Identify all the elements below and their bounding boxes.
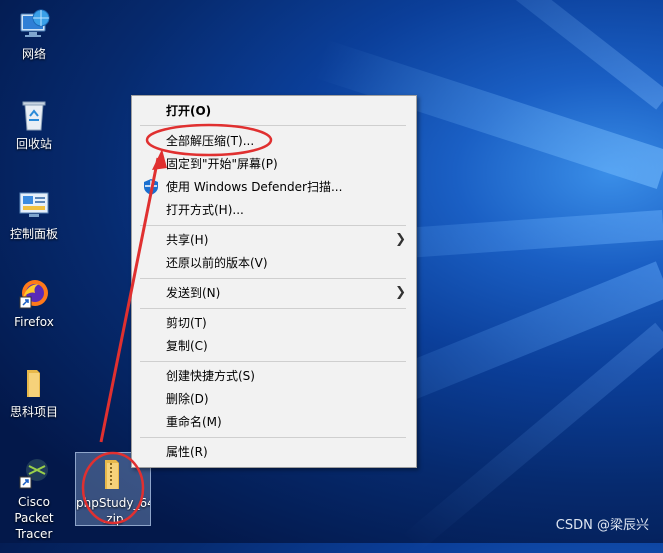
menu-item-open-with[interactable]: 打开方式(H)... — [132, 199, 416, 221]
desktop-icon-label: 回收站 — [15, 137, 52, 151]
menu-item-copy[interactable]: 复制(C) — [132, 335, 416, 357]
desktop-icon-label-line1: phpStudy_64 — [76, 496, 150, 510]
desktop-icon-label-line2: Tracer — [15, 527, 53, 541]
folder-icon — [17, 366, 51, 400]
firefox-icon — [17, 276, 51, 310]
control-panel-icon — [17, 188, 51, 222]
menu-item-label: 剪切(T) — [166, 316, 207, 330]
desktop-icon-label: Firefox — [14, 315, 54, 329]
menu-separator — [140, 278, 406, 279]
menu-item-label: 发送到(N) — [166, 286, 221, 300]
menu-item-extract-all[interactable]: 全部解压缩(T)... — [132, 130, 416, 152]
network-icon — [17, 8, 51, 42]
menu-item-cut[interactable]: 剪切(T) — [132, 312, 416, 334]
desktop-icon-recycle-bin[interactable]: 回收站 — [0, 98, 70, 152]
menu-item-label: 复制(C) — [166, 339, 208, 353]
desktop-icon-label: 控制面板 — [9, 227, 58, 241]
menu-item-create-shortcut[interactable]: 创建快捷方式(S) — [132, 365, 416, 387]
menu-item-label: 打开方式(H)... — [166, 203, 244, 217]
desktop-icon-label-line2: .zip — [102, 512, 124, 526]
menu-item-delete[interactable]: 删除(D) — [132, 388, 416, 410]
chevron-right-icon: ❯ — [395, 232, 406, 247]
menu-item-rename[interactable]: 重命名(M) — [132, 411, 416, 433]
desktop-icon-label: 思科项目 — [9, 405, 58, 419]
menu-separator — [140, 308, 406, 309]
desktop-icon-network[interactable]: 网络 — [0, 8, 70, 62]
menu-separator — [140, 125, 406, 126]
menu-item-restore-previous[interactable]: 还原以前的版本(V) — [132, 252, 416, 274]
menu-item-send-to[interactable]: 发送到(N) ❯ — [132, 282, 416, 304]
desktop-icon-label-line1: Cisco Packet — [14, 495, 54, 525]
menu-separator — [140, 225, 406, 226]
desktop-icon-folder[interactable]: 思科项目 — [0, 366, 70, 420]
desktop-icon-label: 网络 — [21, 47, 46, 61]
menu-item-label: 打开(O) — [166, 104, 212, 118]
recycle-bin-icon — [17, 98, 51, 132]
cisco-packet-tracer-icon — [17, 456, 51, 490]
menu-item-label: 使用 Windows Defender扫描... — [166, 180, 343, 194]
menu-item-label: 共享(H) — [166, 233, 209, 247]
menu-item-share[interactable]: 共享(H) ❯ — [132, 229, 416, 251]
menu-item-pin-to-start[interactable]: 固定到"开始"屏幕(P) — [132, 153, 416, 175]
desktop-icon-firefox[interactable]: Firefox — [0, 276, 70, 330]
menu-separator — [140, 361, 406, 362]
desktop-icon-cisco-packet-tracer[interactable]: Cisco Packet Tracer — [0, 456, 70, 542]
menu-item-label: 重命名(M) — [166, 415, 222, 429]
menu-item-label: 还原以前的版本(V) — [166, 256, 268, 270]
chevron-right-icon: ❯ — [395, 285, 406, 300]
menu-item-label: 创建快捷方式(S) — [166, 369, 255, 383]
menu-item-open[interactable]: 打开(O) — [132, 100, 416, 122]
menu-item-defender-scan[interactable]: 使用 Windows Defender扫描... — [132, 176, 416, 198]
zip-archive-icon — [96, 457, 130, 491]
menu-item-label: 属性(R) — [166, 445, 208, 459]
watermark: CSDN @梁辰兴 — [555, 518, 649, 533]
menu-item-label: 全部解压缩(T)... — [166, 134, 255, 148]
menu-item-label: 固定到"开始"屏幕(P) — [166, 157, 278, 171]
desktop-icon-control-panel[interactable]: 控制面板 — [0, 188, 70, 242]
menu-item-label: 删除(D) — [166, 392, 209, 406]
menu-item-properties[interactable]: 属性(R) — [132, 441, 416, 463]
context-menu: 打开(O) 全部解压缩(T)... 固定到"开始"屏幕(P) 使用 Window… — [131, 95, 417, 468]
menu-separator — [140, 437, 406, 438]
